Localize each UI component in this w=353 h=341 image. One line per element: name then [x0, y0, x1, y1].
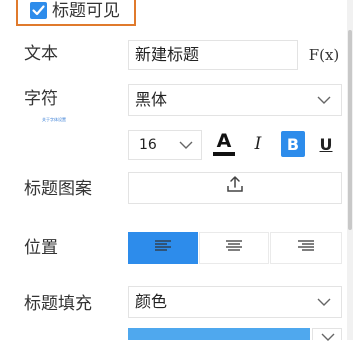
title-visible-label: 标题可见	[52, 1, 120, 21]
checkbox-icon[interactable]	[30, 2, 47, 19]
font-select-value: 黑体	[135, 90, 168, 109]
font-color-letter: A	[216, 130, 232, 152]
underline-label: U	[319, 134, 333, 154]
title-visible-toggle[interactable]: 标题可见	[16, 0, 136, 26]
fill-type-select[interactable]: 颜色	[128, 286, 342, 318]
formula-label: F(x)	[308, 46, 340, 64]
fill-type-value: 颜色	[135, 292, 168, 311]
center-align-icon	[224, 238, 244, 258]
font-size-value: 16	[139, 137, 157, 153]
font-select[interactable]: 黑体	[128, 84, 342, 116]
text-input-value: 新建标题	[135, 45, 200, 64]
left-align-icon	[153, 238, 173, 258]
scrollbar-thumb[interactable]	[348, 30, 352, 230]
underline-button[interactable]: U	[314, 130, 338, 158]
italic-label: I	[254, 134, 262, 154]
bold-button[interactable]: B	[281, 131, 305, 157]
right-align-icon	[296, 238, 316, 258]
font-size-select[interactable]: 16	[128, 130, 202, 160]
text-label: 文本	[24, 44, 58, 64]
font-hint: 关于字体设置	[42, 117, 66, 122]
chevron-down-icon	[317, 287, 331, 317]
bold-label: B	[286, 134, 300, 154]
color-picker-chevron-icon[interactable]	[312, 328, 342, 341]
chevron-down-icon	[317, 85, 331, 115]
fill-color-swatch[interactable]	[128, 328, 310, 340]
font-color-button[interactable]: A	[210, 129, 238, 159]
text-input[interactable]: 新建标题	[128, 40, 298, 70]
scrollbar[interactable]	[347, 0, 353, 340]
italic-button[interactable]: I	[246, 130, 270, 158]
align-right-option[interactable]	[270, 232, 342, 264]
align-center-option[interactable]	[199, 232, 269, 264]
chevron-down-icon	[179, 131, 193, 159]
pattern-upload-button[interactable]	[128, 172, 342, 204]
font-label: 字符	[24, 89, 58, 109]
fill-label: 标题填充	[24, 294, 92, 314]
upload-icon	[226, 174, 244, 202]
position-label: 位置	[24, 238, 58, 258]
font-color-bar	[213, 152, 235, 156]
formula-button[interactable]: F(x)	[308, 40, 340, 70]
pattern-label: 标题图案	[24, 179, 92, 199]
align-left-option[interactable]	[128, 232, 198, 264]
